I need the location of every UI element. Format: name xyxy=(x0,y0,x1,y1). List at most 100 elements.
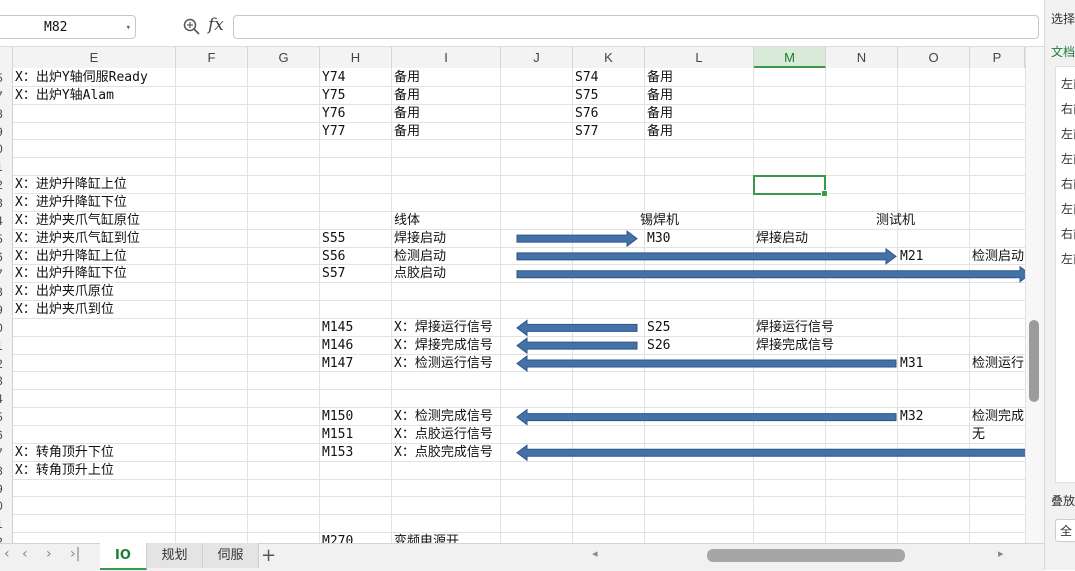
column-header-l[interactable]: L xyxy=(645,47,754,68)
cell-e[interactable]: X：出炉升降缸下位 xyxy=(15,265,127,283)
row-header[interactable]: 1 xyxy=(0,158,12,176)
cell-n[interactable]: 测试机 xyxy=(876,212,915,230)
cell-e[interactable]: X：转角顶升上位 xyxy=(15,462,114,480)
sheet-tab[interactable]: IO xyxy=(100,543,147,570)
sheet-tab[interactable]: 规划 xyxy=(147,543,203,568)
cell-p[interactable]: 无 xyxy=(972,426,985,444)
cell-h[interactable]: Y76 xyxy=(322,105,345,123)
cell-l[interactable]: 备用 xyxy=(647,123,673,141)
cell-p[interactable]: 检测启动 xyxy=(972,248,1024,266)
cell-h[interactable]: S56 xyxy=(322,248,345,266)
cell-i[interactable]: 变频电源开 xyxy=(394,533,459,543)
pane-section-documents[interactable]: 文档 xyxy=(1051,43,1075,60)
column-header-o[interactable]: O xyxy=(898,47,970,68)
cell-p[interactable]: 检测完成 xyxy=(972,408,1024,426)
cell-i[interactable]: X：焊接完成信号 xyxy=(394,337,493,355)
cell-m[interactable]: 焊接运行信号 xyxy=(756,319,834,337)
cell-e[interactable]: X：进炉升降缸下位 xyxy=(15,194,127,212)
cell-i[interactable]: 线体 xyxy=(394,212,420,230)
horizontal-scroll-thumb[interactable] xyxy=(707,549,905,562)
vertical-scrollbar[interactable] xyxy=(1025,47,1045,543)
arrow-shape[interactable] xyxy=(516,408,897,426)
cell-e[interactable]: X：进炉夹爪气缸原位 xyxy=(15,212,140,230)
object-list-item[interactable]: 左前 xyxy=(1061,125,1075,142)
cell-i[interactable]: 备用 xyxy=(394,69,420,87)
cell-h[interactable]: M270 xyxy=(322,533,353,543)
object-list-item[interactable]: 左前 xyxy=(1061,200,1075,217)
add-sheet-icon[interactable]: + xyxy=(261,545,276,566)
column-header-f[interactable]: F xyxy=(176,47,248,68)
formula-input[interactable] xyxy=(233,15,1039,39)
row-header[interactable]: 1 xyxy=(0,337,12,355)
cell-e[interactable]: X：进炉升降缸上位 xyxy=(15,176,127,194)
object-list-item[interactable]: 左前 xyxy=(1061,150,1075,167)
cell-h[interactable]: Y77 xyxy=(322,123,345,141)
cell-m[interactable]: 焊接完成信号 xyxy=(756,337,834,355)
cell-i[interactable]: X：检测完成信号 xyxy=(394,408,493,426)
object-list-item[interactable]: 左前 xyxy=(1061,75,1075,92)
column-header-i[interactable]: I xyxy=(392,47,501,68)
row-header[interactable]: 3 xyxy=(0,372,12,390)
cell-i[interactable]: X：检测运行信号 xyxy=(394,355,493,373)
show-all-button[interactable]: 全 xyxy=(1055,519,1075,542)
arrow-shape[interactable] xyxy=(516,355,897,373)
cell-k[interactable]: S76 xyxy=(575,105,598,123)
cell-k[interactable]: S75 xyxy=(575,87,598,105)
row-header[interactable]: 5 xyxy=(0,408,12,426)
zoom-formula-icon[interactable] xyxy=(182,17,202,37)
vertical-scroll-thumb[interactable] xyxy=(1029,320,1039,402)
scroll-left-icon[interactable]: ◂ xyxy=(592,547,598,560)
cell-h[interactable]: S55 xyxy=(322,230,345,248)
cell-l[interactable]: 备用 xyxy=(647,87,673,105)
cell-o[interactable]: M31 xyxy=(900,355,923,373)
sheet-tab[interactable]: 伺服 xyxy=(203,543,259,568)
cell-h[interactable]: M151 xyxy=(322,426,353,444)
cell-l[interactable]: S25 xyxy=(647,319,670,337)
prev-sheet-icon[interactable]: ‹ xyxy=(22,546,28,562)
cell-e[interactable]: X：出炉Y轴Alam xyxy=(15,87,114,105)
cell-h[interactable]: M147 xyxy=(322,355,353,373)
row-header[interactable]: 3 xyxy=(0,194,12,212)
row-header[interactable]: 8 xyxy=(0,283,12,301)
cell-e[interactable]: X：出炉夹爪原位 xyxy=(15,283,114,301)
row-header[interactable]: 1 xyxy=(0,515,12,533)
row-header[interactable]: 0 xyxy=(0,140,12,158)
cell-h[interactable]: M153 xyxy=(322,444,353,462)
row-header[interactable]: 7 xyxy=(0,87,12,105)
row-header[interactable]: 8 xyxy=(0,462,12,480)
cell-i[interactable]: 点胶启动 xyxy=(394,265,446,283)
cell-h[interactable]: M145 xyxy=(322,319,353,337)
row-header[interactable]: 7 xyxy=(0,265,12,283)
row-header[interactable]: 6 xyxy=(0,426,12,444)
scroll-right-icon[interactable]: ▸ xyxy=(998,547,1004,560)
row-header[interactable]: 8 xyxy=(0,105,12,123)
cell-l[interactable]: 锡焊机 xyxy=(640,212,679,230)
arrow-shape[interactable] xyxy=(516,319,638,337)
next-sheet-icon[interactable]: › xyxy=(46,546,52,562)
chevron-down-icon[interactable]: ▾ xyxy=(126,16,131,40)
object-list-item[interactable]: 右前 xyxy=(1061,175,1075,192)
cell-i[interactable]: X：点胶完成信号 xyxy=(394,444,493,462)
cell-l[interactable]: S26 xyxy=(647,337,670,355)
select-all-corner[interactable] xyxy=(0,47,13,68)
cell-i[interactable]: 备用 xyxy=(394,105,420,123)
column-header-e[interactable]: E xyxy=(13,47,176,68)
cell-e[interactable]: X：出炉夹爪到位 xyxy=(15,301,114,319)
column-header-h[interactable]: H xyxy=(320,47,392,68)
arrow-shape[interactable] xyxy=(516,337,638,355)
cell-e[interactable]: X：出炉Y轴伺服Ready xyxy=(15,69,148,87)
cell-o[interactable]: M32 xyxy=(900,408,923,426)
cell-i[interactable]: 备用 xyxy=(394,87,420,105)
row-header[interactable]: 2 xyxy=(0,176,12,194)
cell-h[interactable]: Y75 xyxy=(322,87,345,105)
arrow-shape[interactable] xyxy=(516,247,897,265)
cell-o[interactable]: M21 xyxy=(900,248,923,266)
row-header[interactable]: 0 xyxy=(0,319,12,337)
row-header[interactable]: 2 xyxy=(0,533,12,543)
column-header-p[interactable]: P xyxy=(970,47,1025,68)
cell-h[interactable]: M150 xyxy=(322,408,353,426)
cell-l[interactable]: 备用 xyxy=(647,69,673,87)
last-sheet-icon[interactable]: ›| xyxy=(70,546,80,562)
first-sheet-icon[interactable]: ‹ xyxy=(4,546,10,562)
cell-l[interactable]: 备用 xyxy=(647,105,673,123)
